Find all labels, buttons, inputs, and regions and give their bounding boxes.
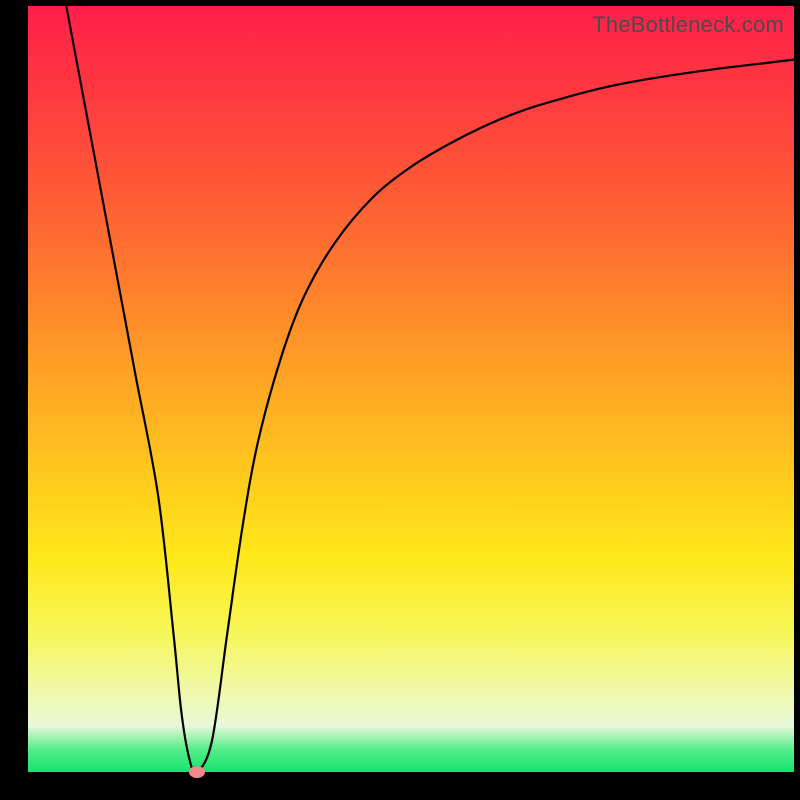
curve-layer (28, 6, 794, 772)
plot-area: TheBottleneck.com (28, 6, 794, 772)
chart-frame: TheBottleneck.com (0, 0, 800, 800)
attribution-watermark: TheBottleneck.com (592, 12, 784, 38)
optimum-marker (189, 766, 205, 778)
bottleneck-curve-path (66, 6, 794, 772)
